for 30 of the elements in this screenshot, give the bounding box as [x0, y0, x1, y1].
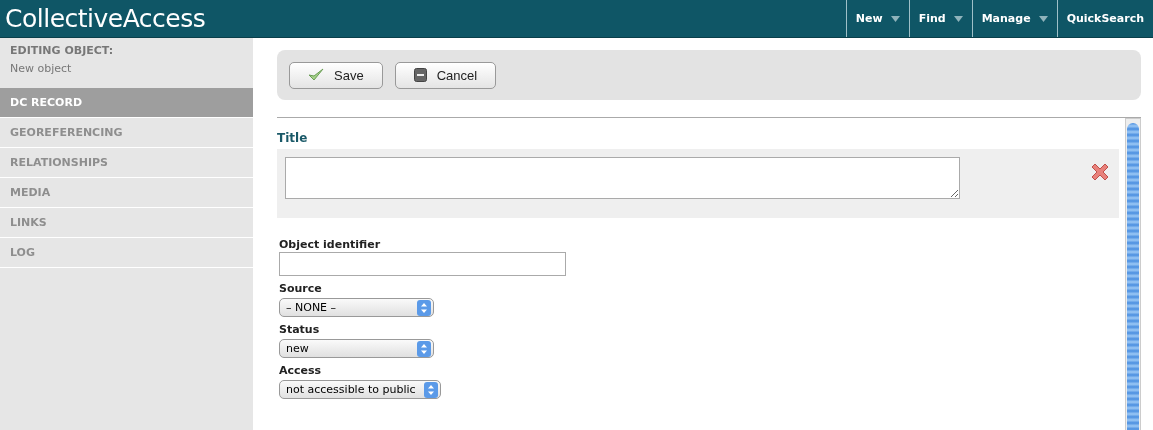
updown-arrows-icon [417, 299, 431, 316]
field-label: Access [279, 364, 323, 378]
save-button[interactable]: Save [289, 61, 383, 89]
menu-item[interactable]: New [845, 0, 909, 37]
title-field[interactable] [285, 157, 960, 199]
menu-item[interactable]: Find [908, 0, 972, 37]
select-field[interactable]: – NONE – [279, 298, 434, 317]
field-label: Title [277, 131, 309, 145]
field-label: Source [279, 282, 323, 296]
updown-arrows-icon [417, 340, 431, 357]
field-label: Status [279, 323, 321, 337]
check-icon [308, 68, 324, 82]
identifier-field[interactable] [279, 252, 566, 276]
editing-subheading: New object [10, 61, 73, 77]
stop-icon [413, 68, 427, 82]
caret-icon [1038, 15, 1048, 22]
menu-item[interactable]: Manage [971, 0, 1057, 37]
logo: CollectiveAccess [4, 4, 206, 33]
scroll-thumb[interactable] [1127, 123, 1139, 430]
delete-icon[interactable] [1091, 163, 1109, 181]
select-field[interactable]: new [279, 339, 434, 358]
scrollbar[interactable] [1125, 118, 1141, 430]
caret-icon [890, 15, 900, 22]
updown-arrows-icon [423, 381, 438, 398]
menu-item[interactable]: QuickSearch [1056, 0, 1153, 37]
caret-icon [953, 15, 963, 22]
field-label: Object identifier [279, 238, 382, 252]
cancel-button[interactable]: Cancel [394, 61, 497, 89]
select-field[interactable]: not accessible to public [279, 380, 441, 399]
editing-heading: EDITING OBJECT: [10, 43, 115, 59]
